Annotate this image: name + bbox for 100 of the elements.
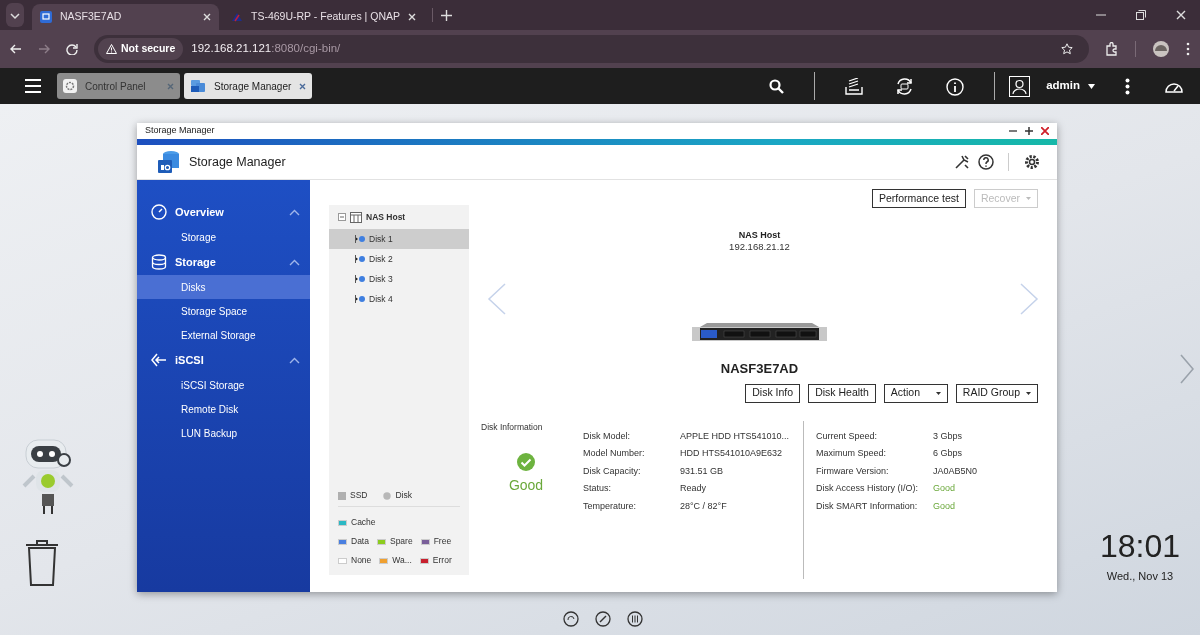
- disk-bullet-icon: [355, 275, 365, 283]
- trash-icon[interactable]: [25, 540, 59, 586]
- field-value: APPLE HDD HTS541010...: [680, 429, 790, 443]
- favicon-icon: [231, 11, 243, 23]
- close-icon[interactable]: [1041, 127, 1049, 135]
- database-icon: [151, 254, 167, 270]
- tree-node[interactable]: Disk 2: [329, 249, 469, 269]
- field-label: Status:: [583, 482, 612, 496]
- gear-icon: [63, 79, 77, 93]
- legend-item: Disk: [383, 489, 412, 502]
- menu-icon[interactable]: [25, 79, 41, 93]
- settings-icon[interactable]: [1023, 153, 1041, 171]
- browser-tab[interactable]: TS-469U-RP - Features | QNAP: [223, 4, 424, 30]
- app-tab[interactable]: Storage Manager: [184, 73, 313, 99]
- host-ip: 192.168.21.12: [728, 241, 791, 254]
- sidebar-section[interactable]: Overview: [137, 199, 310, 225]
- caret-icon: [1026, 391, 1031, 395]
- stack-icon[interactable]: [845, 78, 864, 96]
- forward-icon: [38, 43, 50, 55]
- profile-avatar-icon[interactable]: [1152, 40, 1170, 58]
- field-value: 3 Gbps: [933, 429, 963, 443]
- dropdown-button[interactable]: RAID Group: [955, 383, 1038, 403]
- extensions-icon[interactable]: [1105, 42, 1119, 56]
- tree-node[interactable]: Disk 4: [329, 289, 469, 309]
- back-icon[interactable]: [10, 43, 22, 55]
- storage-manager-icon: [157, 150, 181, 174]
- tree-node[interactable]: Disk 3: [329, 269, 469, 289]
- dropdown-button[interactable]: Action: [883, 383, 948, 403]
- field-label: Model Number:: [583, 447, 646, 461]
- health-status: Good: [508, 476, 544, 496]
- restore-icon[interactable]: [1136, 10, 1146, 20]
- field-value: Good: [933, 482, 956, 496]
- chevron-up-icon[interactable]: [289, 258, 300, 266]
- toolbar-button[interactable]: Performance test: [871, 189, 966, 208]
- sidebar-item[interactable]: Remote Disk: [137, 397, 310, 421]
- sidebar-section[interactable]: iSCSI: [137, 347, 310, 373]
- sidebar-section[interactable]: Storage: [137, 249, 310, 275]
- legend-item: SSD: [338, 489, 368, 502]
- dropdown-button: Recover: [973, 189, 1038, 208]
- reload-icon[interactable]: [66, 43, 78, 55]
- help-icon[interactable]: [978, 154, 994, 170]
- new-tab-icon[interactable]: [441, 10, 452, 22]
- app-title: Storage Manager: [189, 153, 286, 171]
- user-menu[interactable]: admin: [1046, 77, 1095, 95]
- chevron-up-icon[interactable]: [289, 356, 300, 364]
- legend-item: Data: [338, 535, 369, 548]
- field-value: Ready: [680, 482, 706, 496]
- field-label: Firmware Version:: [816, 464, 890, 478]
- minimize-icon[interactable]: [1009, 127, 1017, 135]
- info-icon[interactable]: [946, 77, 965, 96]
- security-chip[interactable]: Not secure: [98, 38, 184, 60]
- sidebar-item[interactable]: LUN Backup: [137, 421, 310, 445]
- close-icon[interactable]: [299, 82, 307, 90]
- bookmark-star-icon[interactable]: [1061, 43, 1073, 56]
- toolbar-button[interactable]: Disk Health: [808, 383, 876, 403]
- sidebar-item[interactable]: Storage Space: [137, 299, 310, 323]
- disk-bullet-icon: [355, 235, 365, 243]
- host-name: NAS Host: [737, 230, 782, 242]
- caret-icon: [1088, 83, 1095, 89]
- sidebar-item[interactable]: iSCSI Storage: [137, 373, 310, 397]
- chevron-up-icon[interactable]: [289, 208, 300, 216]
- storage-app-icon: [190, 79, 206, 93]
- field-value: 931.51 GB: [680, 464, 724, 478]
- app-tab[interactable]: Control Panel: [57, 73, 180, 99]
- field-label: Disk SMART Information:: [816, 499, 919, 513]
- sidebar-item[interactable]: Disks: [137, 275, 310, 299]
- field-value: Good: [933, 499, 956, 513]
- address-bar[interactable]: Not secure 192.168.21.121:8080/cgi-bin/: [94, 35, 1089, 63]
- more-icon[interactable]: [1125, 78, 1130, 96]
- maximize-icon[interactable]: [1025, 127, 1033, 135]
- tree-node[interactable]: Disk 1: [329, 229, 469, 249]
- toolbar-button[interactable]: Disk Info: [745, 383, 801, 403]
- search-icon[interactable]: [769, 79, 785, 95]
- desktop-date: Wed., Nov 13: [1105, 569, 1175, 584]
- user-icon[interactable]: [1009, 76, 1031, 98]
- field-value: JA0AB5N0: [933, 464, 978, 478]
- sidebar-item[interactable]: Storage: [137, 225, 310, 249]
- check-circle-icon: [517, 453, 535, 472]
- legend-item: Cache: [338, 516, 376, 529]
- field-label: Temperature:: [583, 499, 638, 513]
- caret-icon: [935, 391, 941, 395]
- chevron-down-icon: [10, 11, 20, 20]
- browser-menu-icon[interactable]: [1186, 42, 1190, 56]
- columns-icon[interactable]: [627, 611, 643, 627]
- sync-icon[interactable]: [895, 77, 915, 97]
- collapse-icon[interactable]: [338, 213, 346, 221]
- field-label: Disk Model:: [583, 429, 631, 443]
- legend-item: Spare: [376, 535, 413, 548]
- ssd-legend-icon: [338, 491, 346, 500]
- field-value: HDD HTS541010A9E632: [680, 447, 783, 461]
- browser-tab[interactable]: NASF3E7AD: [32, 4, 219, 30]
- tab-list-button[interactable]: [6, 2, 24, 28]
- tree-root[interactable]: NAS Host: [366, 210, 406, 224]
- sidebar-item[interactable]: External Storage: [137, 323, 310, 347]
- gauge-icon: [151, 204, 167, 220]
- legend-item: Error: [419, 554, 452, 567]
- field-label: Current Speed:: [816, 429, 879, 443]
- field-label: Maximum Speed:: [816, 447, 888, 461]
- legend-item: None: [338, 554, 372, 567]
- field-label: Disk Capacity:: [583, 464, 642, 478]
